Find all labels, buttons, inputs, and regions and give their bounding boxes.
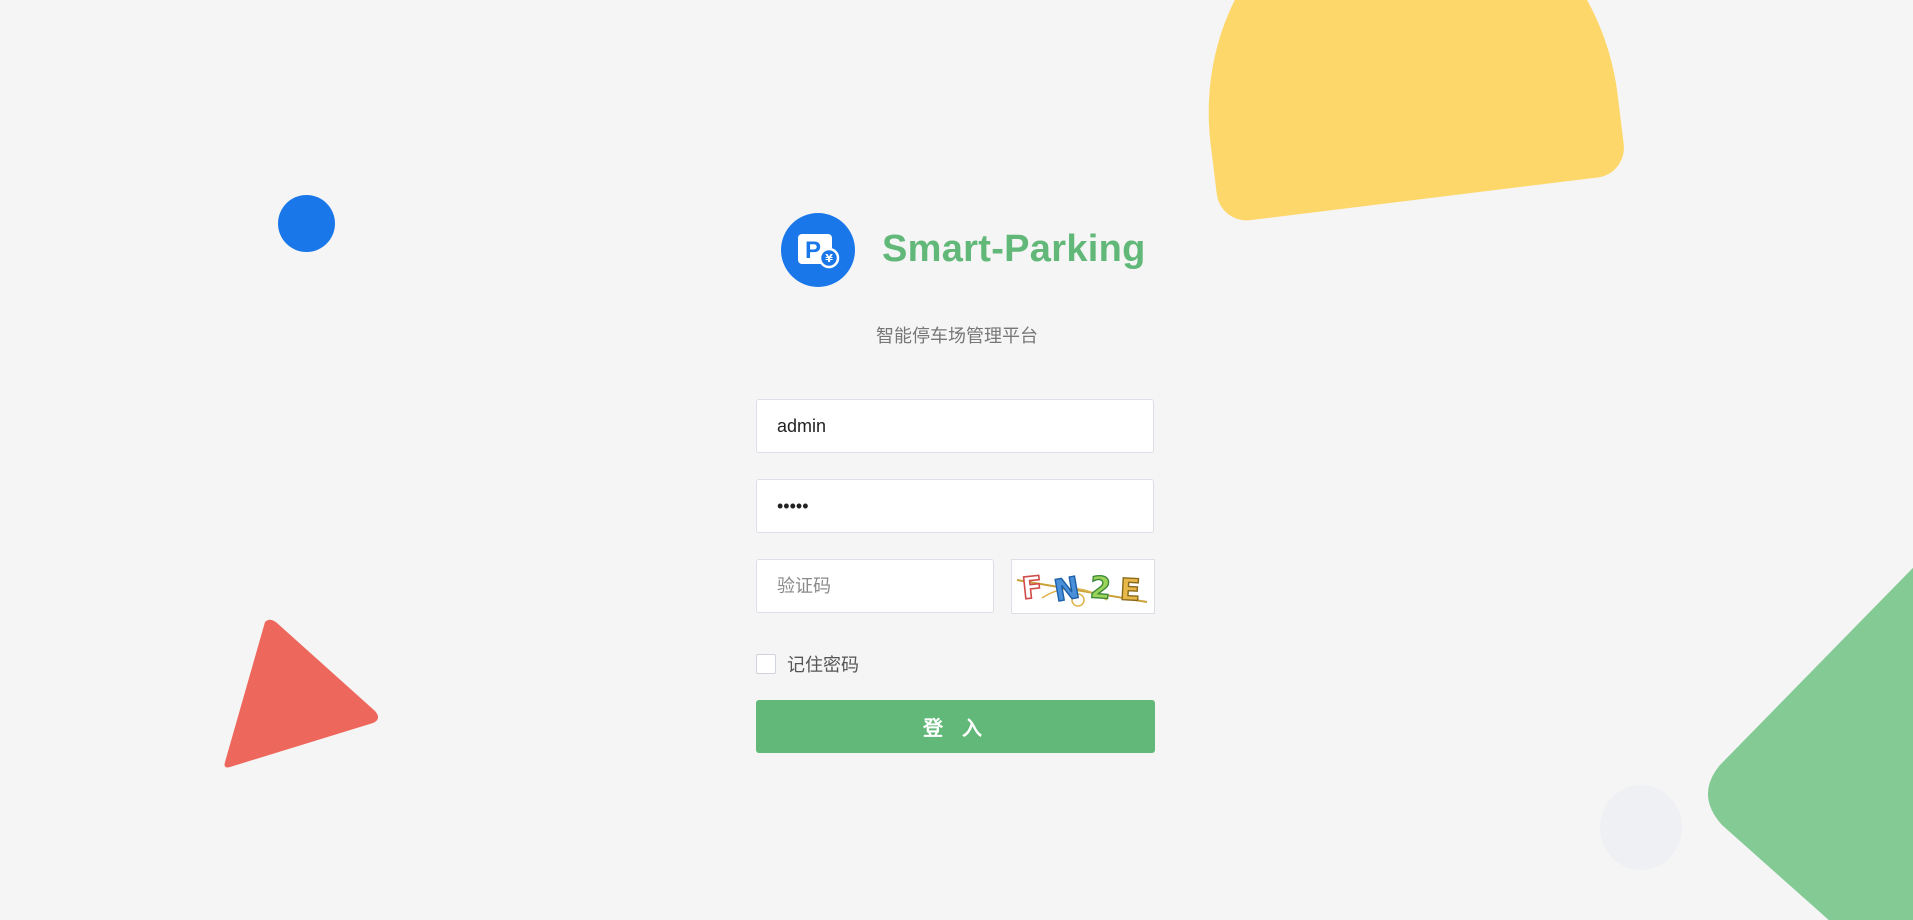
- decorative-yellow-shape: [1182, 0, 1628, 224]
- remember-label: 记住密码: [787, 655, 859, 676]
- remember-password[interactable]: 记住密码: [756, 651, 859, 677]
- username-field[interactable]: [756, 399, 1154, 453]
- svg-text:¥: ¥: [825, 252, 833, 265]
- parking-yuan-icon: P ¥: [781, 212, 855, 287]
- username-input[interactable]: [775, 414, 1135, 438]
- password-input[interactable]: [775, 494, 1135, 518]
- decorative-green-shape: [1708, 567, 1913, 920]
- captcha-image[interactable]: F N 2 E: [1011, 559, 1155, 614]
- captcha-char: E: [1119, 572, 1141, 608]
- decorative-blue-circle: [278, 195, 335, 252]
- svg-text:P: P: [805, 237, 821, 264]
- brand-subtitle: 智能停车场管理平台: [876, 326, 1038, 347]
- captcha-field[interactable]: [756, 559, 994, 613]
- login-button[interactable]: 登 入: [756, 700, 1155, 753]
- remember-checkbox[interactable]: [756, 654, 776, 674]
- captcha-input[interactable]: [775, 574, 975, 598]
- brand-title: Smart-Parking: [882, 228, 1146, 270]
- captcha-char: N: [1052, 571, 1083, 610]
- decorative-grey-circle: [1600, 785, 1682, 870]
- captcha-graphic: F N 2 E: [1016, 569, 1148, 610]
- decorative-red-triangle: [224, 619, 379, 768]
- captcha-char: 2: [1089, 570, 1112, 606]
- password-field[interactable]: [756, 479, 1154, 533]
- brand-header: P ¥ Smart-Parking: [781, 212, 1146, 287]
- captcha-char: F: [1020, 570, 1044, 607]
